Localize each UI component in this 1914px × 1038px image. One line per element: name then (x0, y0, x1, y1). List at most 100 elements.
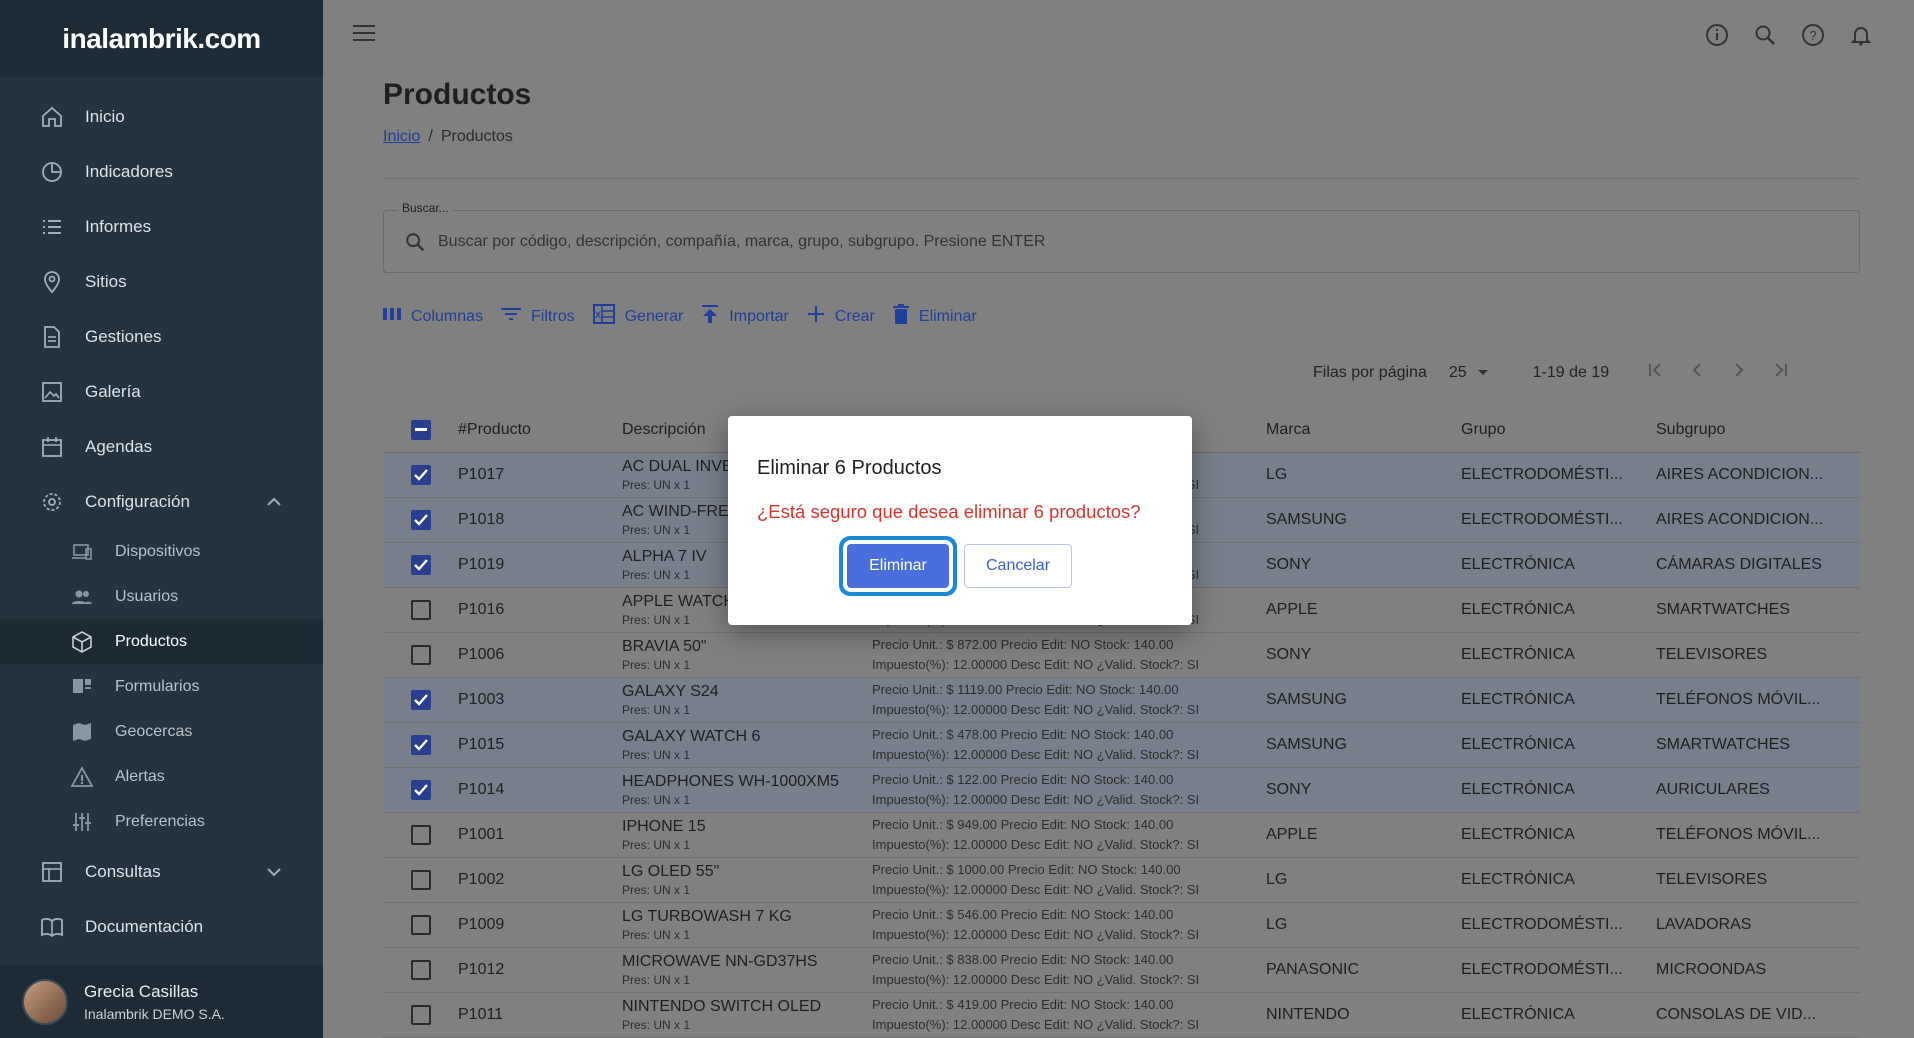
filters-button[interactable]: Filtros (501, 306, 575, 327)
bell-icon[interactable] (1848, 22, 1874, 48)
first-page-icon[interactable] (1647, 362, 1663, 383)
table-icon (40, 860, 64, 884)
row-checkbox[interactable] (410, 780, 431, 800)
confirm-delete-button[interactable]: Eliminar (847, 544, 949, 588)
cell-price-info: Precio Unit.: $ 122.00 Precio Edit: NO S… (872, 770, 1266, 810)
select-all-checkbox[interactable] (410, 420, 431, 440)
sidebar-item-informes[interactable]: Informes (0, 199, 323, 254)
pie-chart-icon (40, 160, 64, 184)
sidebar-item-gestiones[interactable]: Gestiones (0, 309, 323, 364)
filters-label: Filtros (531, 307, 575, 325)
sidebar-item-consultas[interactable]: Consultas (0, 844, 323, 899)
divider (383, 178, 1859, 179)
search-input[interactable] (438, 227, 1818, 257)
header-group[interactable]: Grupo (1461, 421, 1656, 439)
brand-logo[interactable]: inalambrik.com (0, 0, 323, 77)
map-icon (70, 720, 94, 744)
table-row[interactable]: P1006 BRAVIA 50" Pres: UN x 1 Precio Unit.:… (383, 633, 1860, 678)
price-line: Precio Unit.: $ 1119.00 Precio Edit: NO … (872, 681, 1179, 697)
sidebar-item-indicadores[interactable]: Indicadores (0, 144, 323, 199)
create-label: Crear (834, 307, 875, 325)
table-row[interactable]: P1002 LG OLED 55" Pres: UN x 1 Precio Unit.… (383, 858, 1860, 903)
table-row[interactable]: P1015 GALAXY WATCH 6 Pres: UN x 1 Precio Un… (383, 723, 1860, 768)
description-text: AC WIND-FREE (622, 502, 740, 520)
sidebar-subitem-productos[interactable]: Productos (0, 619, 323, 664)
header-subgroup[interactable]: Subgrupo (1656, 421, 1851, 439)
table-row[interactable]: P1012 MICROWAVE NN-GD37HS Pres: UN x 1 Prec… (383, 948, 1860, 993)
import-button[interactable]: Importar (701, 304, 789, 329)
cell-subgroup: TELEVISORES (1656, 646, 1768, 663)
header-id[interactable]: #Producto (458, 421, 622, 439)
table-row[interactable]: P1009 LG TURBOWASH 7 KG Pres: UN x 1 Precio… (383, 903, 1860, 948)
last-page-icon[interactable] (1773, 362, 1789, 383)
row-checkbox[interactable] (410, 735, 431, 755)
row-checkbox[interactable] (410, 870, 431, 890)
generate-button[interactable]: X Generar (592, 304, 683, 329)
cell-id: P1002 (458, 871, 505, 888)
page-title: Productos (383, 78, 532, 111)
sidebar-item-agendas[interactable]: Agendas (0, 419, 323, 474)
users-icon (70, 585, 94, 609)
row-checkbox[interactable] (410, 510, 431, 530)
rows-per-page-select[interactable]: 25 (1449, 364, 1489, 382)
sidebar-subitem-label: Formularios (115, 677, 200, 695)
row-checkbox[interactable] (410, 960, 431, 980)
sidebar-item-label: Informes (85, 216, 152, 236)
header-brand[interactable]: Marca (1266, 421, 1461, 439)
sidebar-item-label: Gestiones (85, 326, 162, 346)
sidebar-subitem-dispositivos[interactable]: Dispositivos (0, 529, 323, 574)
row-checkbox[interactable] (410, 555, 431, 575)
sidebar-subitem-usuarios[interactable]: Usuarios (0, 574, 323, 619)
sidebar-item-galeria[interactable]: Galería (0, 364, 323, 419)
sidebar-subitem-preferencias[interactable]: Preferencias (0, 799, 323, 844)
next-page-icon[interactable] (1731, 362, 1747, 383)
sidebar-subitem-geocercas[interactable]: Geocercas (0, 709, 323, 754)
cell-brand: SAMSUNG (1266, 736, 1347, 753)
sidebar-item-documentacion[interactable]: Documentación (0, 899, 323, 954)
cell-id: P1017 (458, 466, 505, 483)
cell-description: BRAVIA 50" Pres: UN x 1 (622, 638, 872, 673)
tax-line: Impuesto(%): 12.00000 Desc Edit: NO ¿Val… (872, 747, 1200, 762)
info-icon[interactable] (1704, 22, 1730, 48)
row-checkbox[interactable] (410, 1005, 431, 1025)
description-text: LG TURBOWASH 7 KG (622, 907, 792, 925)
sidebar-subitem-alertas[interactable]: Alertas (0, 754, 323, 799)
user-profile[interactable]: Grecia Casillas Inalambrik DEMO S.A. (0, 966, 323, 1038)
cell-group: ELECTRÓNICA (1461, 601, 1575, 618)
menu-icon[interactable] (353, 24, 375, 47)
prev-page-icon[interactable] (1689, 362, 1705, 383)
sidebar-item-sitios[interactable]: Sitios (0, 254, 323, 309)
cell-group: ELECTRODOMÉSTI... (1461, 466, 1623, 483)
help-icon[interactable]: ? (1800, 22, 1826, 48)
sidebar-subitem-formularios[interactable]: Formularios (0, 664, 323, 709)
row-checkbox[interactable] (410, 915, 431, 935)
chevron-down-icon (267, 862, 281, 882)
row-checkbox[interactable] (410, 465, 431, 485)
row-checkbox[interactable] (410, 690, 431, 710)
sidebar-subitem-label: Dispositivos (115, 542, 201, 560)
presentation-text: Pres: UN x 1 (622, 1018, 691, 1033)
cell-id: P1016 (458, 601, 505, 618)
table-row[interactable]: P1003 GALAXY S24 Pres: UN x 1 Precio Unit.:… (383, 678, 1860, 723)
sidebar-item-inicio[interactable]: Inicio (0, 89, 323, 144)
sidebar-item-configuracion[interactable]: Configuración (0, 474, 323, 529)
breadcrumb-home-link[interactable]: Inicio (383, 128, 420, 145)
svg-text:X: X (595, 310, 601, 320)
row-checkbox[interactable] (410, 825, 431, 845)
sidebar-subitem-label: Productos (115, 632, 188, 650)
row-checkbox[interactable] (410, 600, 431, 620)
table-row[interactable]: P1011 NINTENDO SWITCH OLED Pres: UN x 1 Pre… (383, 993, 1860, 1038)
table-row[interactable]: P1014 HEADPHONES WH-1000XM5 Pres: UN x 1 Pr… (383, 768, 1860, 813)
cell-subgroup: CÁMARAS DIGITALES (1656, 556, 1822, 573)
search-icon[interactable] (1752, 22, 1778, 48)
columns-button[interactable]: Columnas (383, 306, 483, 327)
calendar-icon (40, 435, 64, 459)
sidebar-item-label: Sitios (85, 271, 127, 291)
table-row[interactable]: P1001 IPHONE 15 Pres: UN x 1 Precio Unit.: … (383, 813, 1860, 858)
create-button[interactable]: Crear (807, 305, 875, 328)
row-checkbox[interactable] (410, 645, 431, 665)
tax-line: Impuesto(%): 12.00000 Desc Edit: NO ¿Val… (872, 837, 1200, 852)
cancel-button[interactable]: Cancelar (964, 544, 1072, 588)
cell-price-info: Precio Unit.: $ 1119.00 Precio Edit: NO … (872, 680, 1266, 720)
delete-button[interactable]: Eliminar (892, 304, 977, 329)
